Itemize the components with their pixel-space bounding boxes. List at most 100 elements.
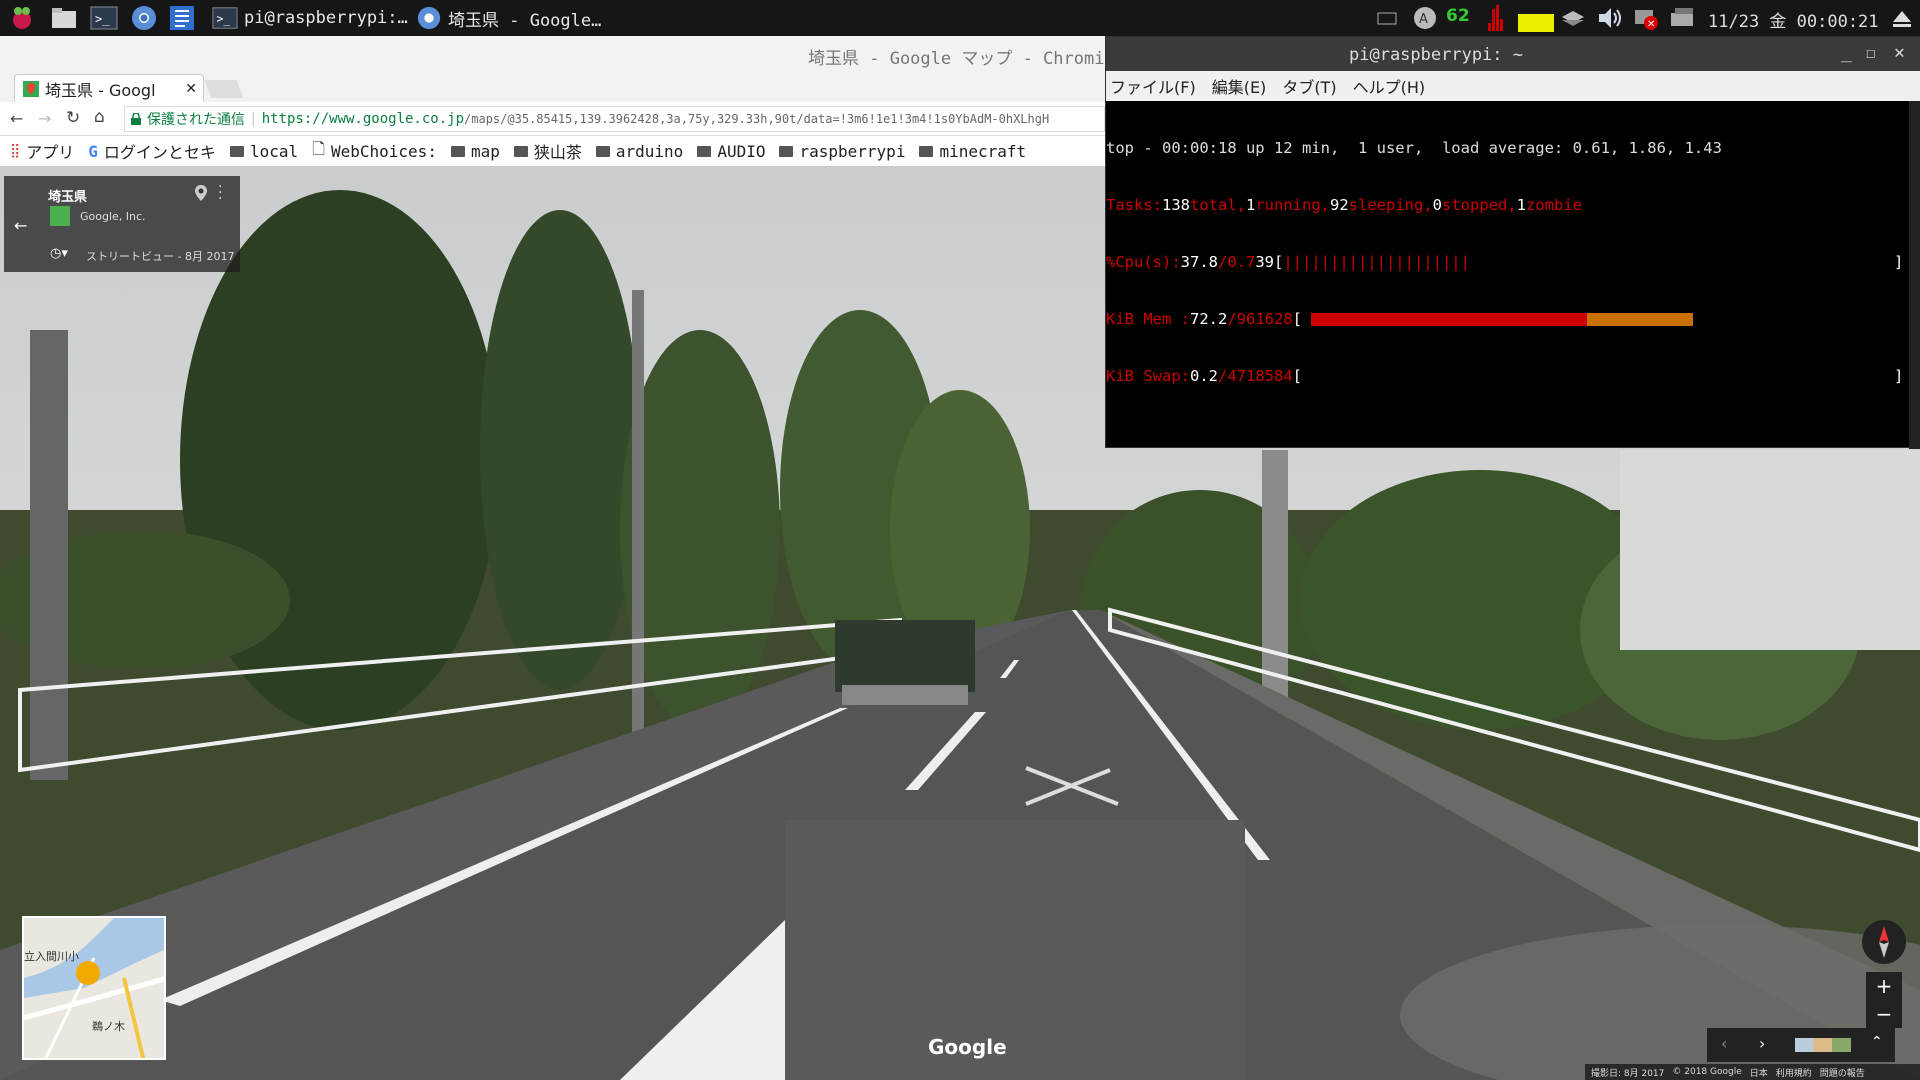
terminal-scrollbar[interactable] — [1909, 101, 1920, 449]
folder-icon — [779, 145, 794, 157]
bookmark-folder[interactable]: raspberrypi — [779, 142, 905, 161]
window-titlebar[interactable]: 埼玉県 - Google マップ - Chromiu — [0, 36, 1115, 72]
minimap[interactable]: 立入間川小 鵜ノ木 — [22, 916, 166, 1060]
taskbar-task-label: 埼玉県 - Google… — [448, 10, 602, 31]
close-icon[interactable]: ✕ — [1894, 42, 1905, 63]
bookmark-label: アプリ — [26, 143, 75, 162]
menu-edit[interactable]: 編集(E) — [1212, 74, 1267, 98]
memory-graph-icon — [1518, 14, 1554, 32]
terminal-menubar: ファイル(F) 編集(E) タブ(T) ヘルプ(H) — [1106, 71, 1920, 101]
chromium-icon — [417, 6, 441, 30]
clock-history-icon[interactable]: ◷▾ — [50, 246, 68, 261]
prev-arrow-icon[interactable]: ‹ — [1721, 1034, 1727, 1053]
top-swap-line: KiB Swap: 0.2/4718584 [] — [1106, 367, 1904, 385]
terminal-title: pi@raspberrypi: ~ — [1349, 45, 1523, 65]
apps-grid-icon: ⣿ — [10, 143, 21, 159]
bookmark-folder[interactable]: map — [450, 141, 500, 161]
memory-bar — [1311, 313, 1693, 326]
chromium-window: 埼玉県 - Google マップ - Chromiu 埼玉県 - Googl ✕… — [0, 36, 1115, 166]
file-manager-icon[interactable] — [50, 4, 78, 32]
text-editor-icon[interactable] — [168, 4, 196, 32]
footer-item[interactable]: 利用規約 — [1776, 1066, 1812, 1079]
compass-icon — [1879, 926, 1889, 958]
eject-icon[interactable] — [1890, 5, 1914, 31]
bookmark-folder[interactable]: 狭山茶 — [513, 139, 582, 163]
taskbar-task-label: pi@raspberrypi:… — [244, 8, 408, 28]
taskbar-task-chromium[interactable]: 埼玉県 - Google… — [416, 3, 606, 33]
bookmark-label: minecraft — [939, 141, 1027, 161]
raspberry-menu-icon[interactable] — [8, 4, 36, 32]
google-maps-logo-icon — [50, 206, 70, 226]
back-icon[interactable]: ← — [10, 109, 23, 128]
folder-icon — [229, 145, 244, 157]
zoom-in-button[interactable]: + — [1866, 972, 1902, 1000]
chromium-launcher-icon[interactable] — [130, 4, 158, 32]
bookmark-label: 狭山茶 — [533, 143, 582, 162]
input-method-icon[interactable]: A — [1412, 5, 1438, 31]
home-icon[interactable]: ⌂ — [94, 107, 105, 127]
bookmark-label: map — [470, 141, 500, 161]
forward-icon[interactable]: → — [38, 109, 51, 128]
menu-tabs[interactable]: タブ(T) — [1282, 74, 1336, 98]
capture-date-label[interactable]: ストリートビュー - 8月 2017 — [86, 248, 234, 264]
footer-item[interactable]: 日本 — [1750, 1066, 1768, 1079]
expand-icon[interactable]: ⌃ — [1871, 1034, 1883, 1050]
next-arrow-icon[interactable]: › — [1759, 1034, 1765, 1053]
tab-active[interactable]: 埼玉県 - Googl ✕ — [14, 74, 204, 102]
footer-item[interactable]: 問題の報告 — [1820, 1066, 1865, 1079]
bookmark-apps[interactable]: ⣿ アプリ — [10, 139, 74, 163]
bookmark-folder[interactable]: local — [229, 141, 299, 161]
pin-icon[interactable] — [194, 184, 208, 202]
google-g-icon: G — [88, 141, 98, 161]
cpu-graph-icon — [1488, 5, 1503, 31]
new-tab-button[interactable] — [204, 80, 244, 98]
removable-media-icon[interactable] — [1668, 5, 1698, 31]
network-icon[interactable] — [1560, 5, 1586, 31]
maps-favicon-icon — [23, 80, 39, 97]
keyboard-icon[interactable] — [1376, 5, 1398, 31]
terminal-output[interactable]: top - 00:00:18 up 12 min, 1 user, load a… — [1106, 101, 1909, 449]
terminal-window: pi@raspberrypi: ~ _ ☐ ✕ ファイル(F) 編集(E) タブ… — [1105, 36, 1920, 449]
maximize-icon[interactable]: ☐ — [1866, 43, 1876, 62]
reload-icon[interactable]: ↻ — [66, 108, 80, 128]
zoom-out-button[interactable]: − — [1866, 1000, 1902, 1028]
photo-thumbnails[interactable] — [1795, 1038, 1851, 1052]
disconnected-network-icon[interactable]: ✕ — [1632, 5, 1660, 31]
terminal-launcher-icon[interactable]: >_ — [90, 4, 118, 32]
street-view-info-card: ← 埼玉県 · · · Google, Inc. ◷▾ ストリートビュー - 8月 … — [4, 176, 240, 272]
bookmark-item[interactable]: 🗋 WebChoices: — [312, 138, 437, 165]
folder-icon — [513, 145, 528, 157]
terminal-titlebar[interactable]: pi@raspberrypi: ~ _ ☐ ✕ — [1106, 37, 1920, 71]
compass-button[interactable] — [1862, 920, 1906, 964]
bookmark-label: AUDIO — [717, 141, 766, 161]
menu-help[interactable]: ヘルプ(H) — [1353, 74, 1426, 98]
bookmark-folder[interactable]: arduino — [595, 142, 683, 161]
bookmark-item[interactable]: G ログインとセキ — [88, 139, 216, 163]
minimap-label: 立入間川小 — [24, 950, 79, 963]
bookmark-label: local — [249, 141, 299, 161]
clock[interactable]: 11/23 金 00:00:21 — [1708, 7, 1879, 32]
volume-icon[interactable] — [1596, 5, 1624, 31]
lock-icon — [131, 113, 141, 125]
more-options-icon[interactable]: · · · — [218, 180, 222, 206]
menu-file[interactable]: ファイル(F) — [1110, 74, 1196, 98]
bookmark-label: ログインとセキ — [103, 143, 216, 162]
taskbar: >_ >_ pi@raspberrypi:… 埼玉県 - Google… A 6… — [0, 0, 1920, 36]
top-mem-line: KiB Mem : 72.2/961628 [] — [1106, 310, 1909, 329]
zoom-controls: + − — [1866, 972, 1902, 1028]
minimize-icon[interactable]: _ — [1841, 42, 1852, 63]
window-title: 埼玉県 - Google マップ - Chromiu — [808, 49, 1115, 69]
terminal-icon: >_ — [212, 7, 238, 29]
address-bar[interactable]: 保護された通信 | https://www.google.co.jp/maps/… — [124, 106, 1105, 132]
bookmark-label: raspberrypi — [799, 141, 906, 161]
svg-text:✕: ✕ — [1647, 19, 1655, 30]
tab-close-icon[interactable]: ✕ — [185, 81, 197, 97]
folder-icon — [697, 145, 712, 157]
photo-strip: ‹ › ⌃ — [1707, 1028, 1895, 1062]
bookmark-folder[interactable]: AUDIO — [697, 142, 765, 161]
bookmark-folder[interactable]: minecraft — [919, 142, 1026, 161]
back-arrow-icon[interactable]: ← — [14, 216, 27, 235]
owner-label[interactable]: Google, Inc. — [80, 210, 146, 223]
folder-icon — [450, 145, 465, 157]
taskbar-task-terminal[interactable]: >_ pi@raspberrypi:… — [212, 3, 412, 33]
